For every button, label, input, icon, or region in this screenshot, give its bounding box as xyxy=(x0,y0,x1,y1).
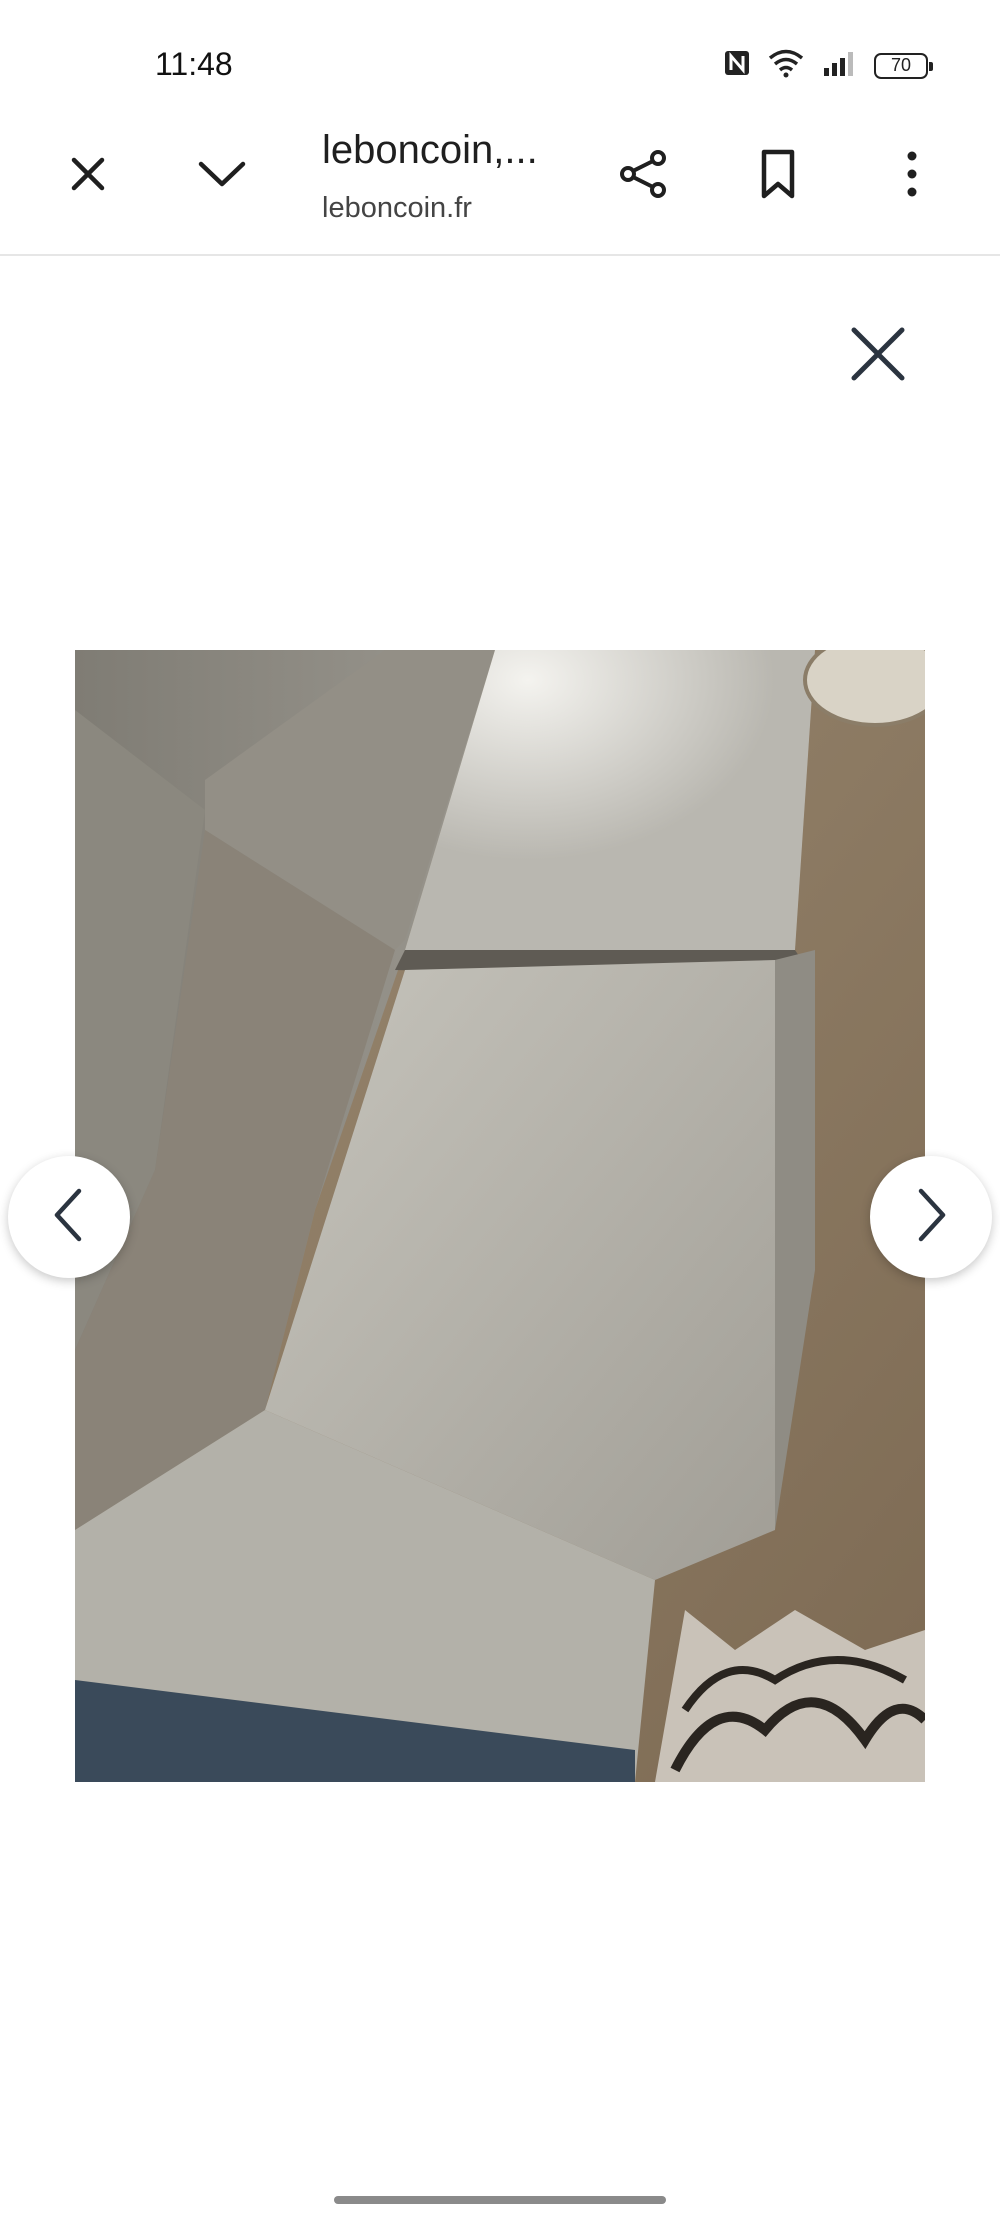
page-domain[interactable]: leboncoin.fr xyxy=(322,192,472,225)
close-icon xyxy=(66,152,110,201)
listing-photo[interactable] xyxy=(75,650,925,1782)
more-vert-icon xyxy=(902,148,922,205)
chevron-down-icon xyxy=(195,152,249,201)
nfc-icon xyxy=(722,48,752,83)
next-photo-button[interactable] xyxy=(870,1156,992,1278)
page-title[interactable]: leboncoin,... xyxy=(322,128,538,173)
status-bar: 11:48 70 xyxy=(0,0,1000,110)
chevron-left-icon xyxy=(49,1185,89,1250)
home-indicator[interactable] xyxy=(334,2196,666,2204)
viewer-close-button[interactable] xyxy=(838,316,918,396)
share-button[interactable] xyxy=(604,136,684,216)
previous-photo-button[interactable] xyxy=(8,1156,130,1278)
close-tab-button[interactable] xyxy=(48,136,128,216)
battery-level: 70 xyxy=(890,55,912,75)
bookmark-icon xyxy=(756,148,800,205)
battery-icon: 70 xyxy=(874,52,933,79)
status-icons: 70 xyxy=(722,48,933,83)
share-icon xyxy=(616,146,672,207)
browser-toolbar: leboncoin,... leboncoin.fr xyxy=(0,110,1000,256)
bookmark-button[interactable] xyxy=(738,136,818,216)
minimize-button[interactable] xyxy=(182,136,262,216)
more-options-button[interactable] xyxy=(872,136,952,216)
status-time: 11:48 xyxy=(155,46,233,82)
sofa-photo xyxy=(75,650,925,1782)
signal-icon xyxy=(820,48,860,83)
wifi-icon xyxy=(766,48,806,83)
close-icon xyxy=(848,324,908,389)
chevron-right-icon xyxy=(911,1185,951,1250)
